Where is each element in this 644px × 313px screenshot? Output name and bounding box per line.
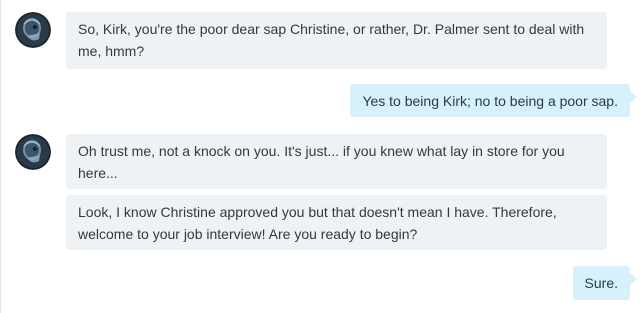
message-bubble-bot: Oh trust me, not a knock on you. It's ju… [66, 134, 607, 189]
bot-avatar-icon [15, 12, 51, 48]
bubble-tail [630, 273, 637, 285]
message-bubble-bot: So, Kirk, you're the poor dear sap Chris… [66, 12, 607, 69]
message-text: Look, I know Christine approved you but … [78, 204, 557, 242]
message-text: Sure. [584, 275, 618, 291]
message-bubble-bot: Look, I know Christine approved you but … [66, 195, 607, 250]
message-bubble-user: Sure. [572, 266, 637, 300]
bot-avatar-icon [15, 134, 51, 170]
bubble-tail [630, 91, 637, 103]
message-text: Yes to being Kirk; no to being a poor sa… [362, 93, 618, 109]
left-border [0, 0, 1, 313]
message-text: So, Kirk, you're the poor dear sap Chris… [78, 21, 585, 59]
chat-transcript: So, Kirk, you're the poor dear sap Chris… [0, 0, 644, 313]
message-text: Oh trust me, not a knock on you. It's ju… [78, 143, 565, 181]
message-bubble-user: Yes to being Kirk; no to being a poor sa… [350, 84, 637, 117]
